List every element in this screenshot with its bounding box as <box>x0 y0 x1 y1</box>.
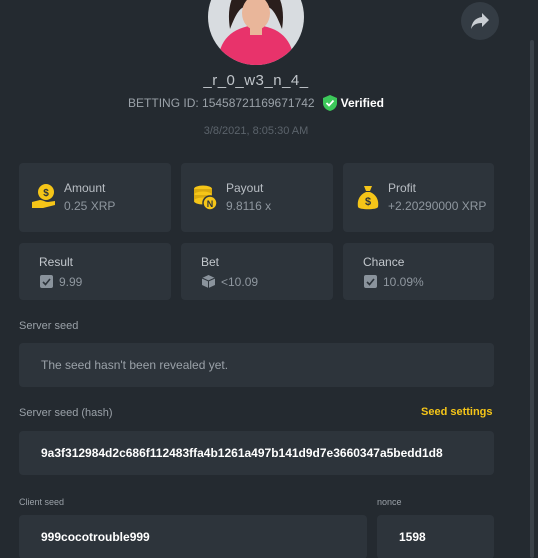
result-value: 9.99 <box>59 274 83 289</box>
payout-value: 9.8116 x <box>226 199 272 213</box>
scrollbar[interactable] <box>530 40 534 558</box>
nonce-field[interactable]: 1598 <box>377 515 494 558</box>
share-button[interactable] <box>461 2 499 40</box>
profit-label: Profit <box>388 181 417 195</box>
verified-label: Verified <box>340 96 384 110</box>
amount-value: 0.25 XRP <box>64 199 116 213</box>
amount-label: Amount <box>64 181 106 195</box>
bet-label: Bet <box>201 255 220 269</box>
payout-card: N Payout 9.8116 x <box>181 163 333 232</box>
bet-value: <10.09 <box>221 274 259 289</box>
server-seed-hash-label: Server seed (hash) <box>19 407 113 419</box>
bet-date: 3/8/2021, 8:05:30 AM <box>203 125 309 137</box>
chance-card: Chance 10.09% <box>343 243 494 300</box>
coin-hand-icon: $ <box>32 184 55 208</box>
seed-settings-link[interactable]: Seed settings <box>421 406 493 418</box>
client-seed-field[interactable]: 999cocotrouble999 <box>19 515 367 558</box>
amount-card: $ Amount 0.25 XRP <box>19 163 171 232</box>
bet-value-row: <10.09 <box>201 274 258 289</box>
payout-label: Payout <box>226 181 264 195</box>
betting-id-row: BETTING ID: 15458721169671742 Verified <box>0 95 512 111</box>
chance-label: Chance <box>363 255 405 269</box>
share-icon <box>471 13 489 29</box>
svg-text:N: N <box>207 199 214 209</box>
nonce-label: nonce <box>377 497 402 507</box>
result-card: Result 9.99 <box>19 243 171 300</box>
server-seed-hash-field[interactable]: 9a3f312984d2c686f112483ffa4b1261a497b141… <box>19 431 494 475</box>
result-value-row: 9.99 <box>39 274 82 289</box>
result-label: Result <box>39 255 74 269</box>
profit-value: +2.20290000 XRP <box>388 199 487 213</box>
coin-stack-icon: N <box>194 185 218 211</box>
svg-text:$: $ <box>365 196 371 208</box>
dice-check-icon <box>364 275 377 288</box>
server-seed-label: Server seed <box>19 320 79 332</box>
profit-card: $ Profit +2.20290000 XRP <box>343 163 494 232</box>
betting-id: BETTING ID: 15458721169671742 <box>128 96 315 110</box>
client-seed-label: Client seed <box>19 497 65 507</box>
svg-text:$: $ <box>43 188 49 199</box>
server-seed-field: The seed hasn't been revealed yet. <box>19 343 494 387</box>
username: _r_0_w3_n_4_ <box>203 72 309 89</box>
bet-card: Bet <10.09 <box>181 243 333 300</box>
dice-check-icon <box>40 275 53 288</box>
verified-badge: Verified <box>322 95 384 111</box>
verified-shield-icon <box>322 95 337 111</box>
chance-value-row: 10.09% <box>363 274 424 289</box>
chance-value: 10.09% <box>383 274 424 289</box>
cube-icon <box>201 275 216 288</box>
money-bag-icon: $ <box>357 186 379 210</box>
avatar <box>208 0 304 65</box>
